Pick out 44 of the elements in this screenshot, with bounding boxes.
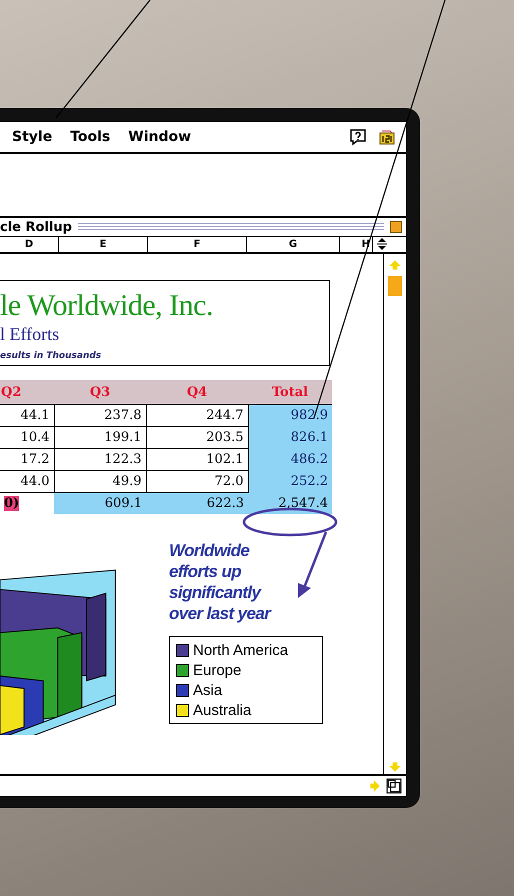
table-cell: 10.4	[0, 426, 54, 448]
column-header[interactable]: G	[247, 237, 340, 252]
report-note: esults in Thousands	[0, 351, 102, 361]
table-cell: 826.1	[248, 426, 332, 448]
table-cell: 486.2	[248, 448, 332, 470]
table-header: Total	[248, 380, 332, 404]
window-title: cle Rollup	[0, 220, 72, 234]
callout-text: Worldwide efforts up significantly over last year	[169, 540, 270, 624]
report-subtitle: l Efforts	[0, 323, 60, 345]
table-cell: 102.1	[146, 448, 248, 470]
resize-box-icon[interactable]	[386, 778, 402, 794]
table-cell: 122.3	[54, 448, 146, 470]
table-cell: 252.2	[248, 470, 332, 492]
table-cell: 237.8	[54, 404, 146, 426]
menu-item[interactable]: Tools	[70, 129, 110, 145]
table-header: Q2	[0, 380, 54, 404]
table-cell: 44.0	[0, 470, 54, 492]
application-icon[interactable]	[378, 128, 396, 146]
table-header: Q4	[146, 380, 248, 404]
arrow-drawing	[298, 532, 328, 598]
total-cell: 0)	[0, 492, 54, 514]
menu-item[interactable]: Window	[128, 129, 192, 145]
table-cell: 982.9	[248, 404, 332, 426]
legend-label: North America	[193, 642, 288, 658]
legend-label: Australia	[193, 702, 252, 718]
column-header[interactable]: E	[59, 237, 148, 252]
total-cell: 609.1	[54, 492, 146, 514]
report-title: le Worldwide, Inc.	[0, 289, 214, 323]
legend-label: Europe	[193, 662, 242, 678]
split-arrows-icon[interactable]	[376, 237, 388, 251]
column-header[interactable]: F	[148, 237, 247, 252]
table-cell: 17.2	[0, 448, 54, 470]
table-header: Q3	[54, 380, 146, 404]
help-icon[interactable]	[348, 128, 368, 146]
table-cell: 244.7	[146, 404, 248, 426]
column-header[interactable]: D	[0, 237, 59, 252]
zoom-box-icon[interactable]	[390, 221, 402, 233]
table-cell: 44.1	[0, 404, 54, 426]
scroll-thumb[interactable]	[388, 276, 402, 296]
menu-item[interactable]: Style	[12, 129, 52, 145]
table-cell: 199.1	[54, 426, 146, 448]
total-cell: 622.3	[146, 492, 248, 514]
legend-label: Asia	[193, 682, 222, 698]
table-cell: 203.5	[146, 426, 248, 448]
